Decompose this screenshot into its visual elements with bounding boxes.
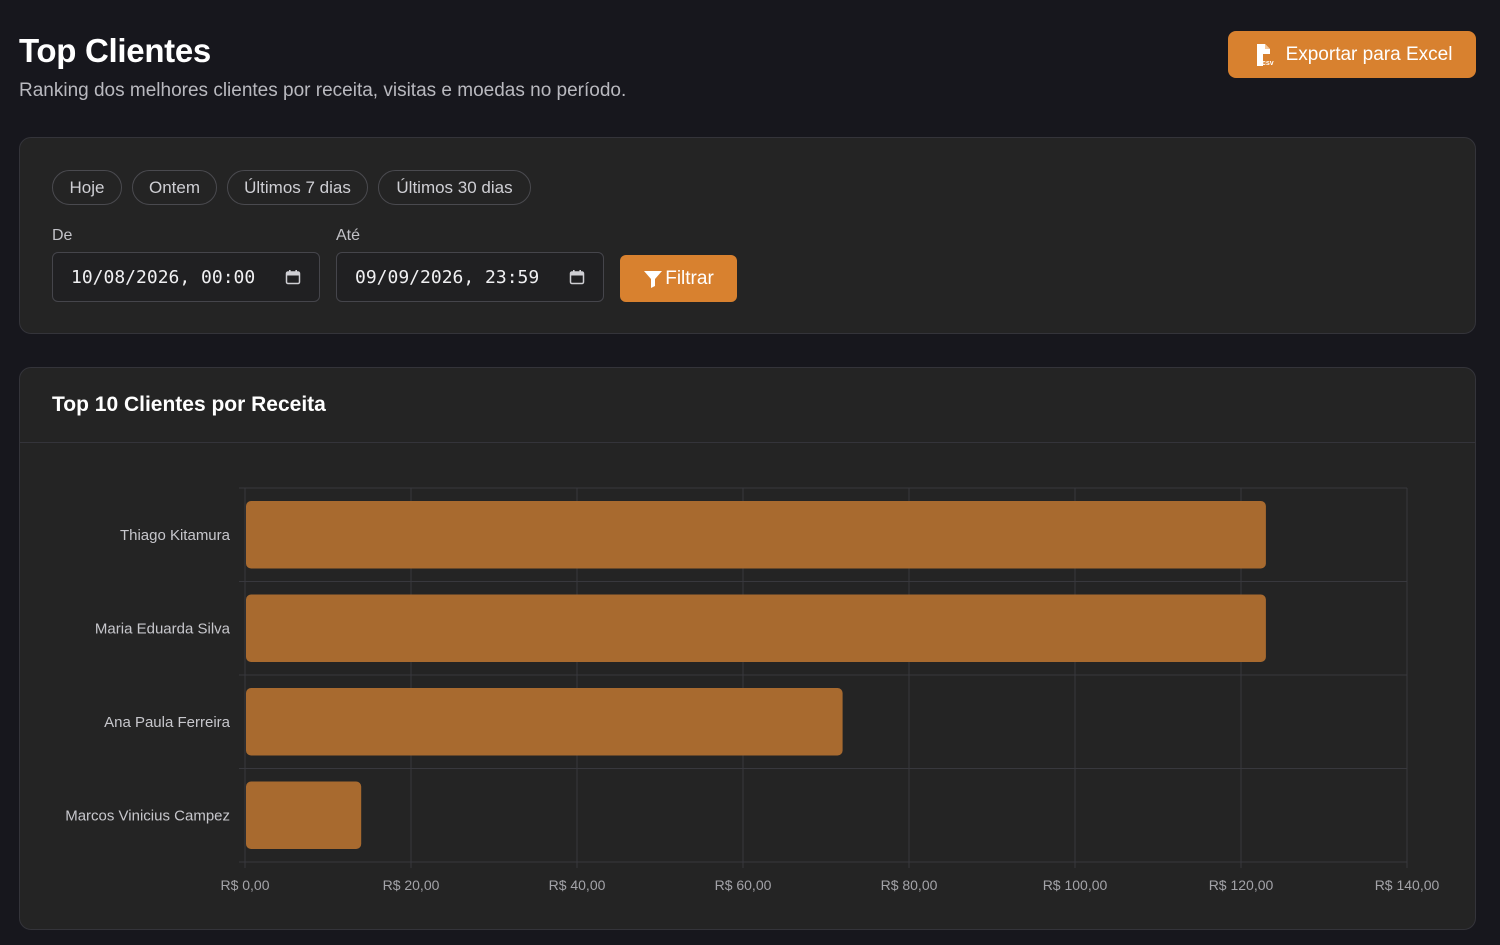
x-tick-label: R$ 140,00 [1375,877,1440,893]
category-label: Ana Paula Ferreira [104,714,231,731]
export-excel-label: Exportar para Excel [1285,43,1453,65]
category-label: Maria Eduarda Silva [95,620,231,637]
x-tick-label: R$ 100,00 [1043,877,1108,893]
to-date-input[interactable]: 09/09/2026, 23:59 [336,252,604,302]
filter-label: Filtrar [665,267,714,289]
to-date-value: 09/09/2026, 23:59 [355,266,540,288]
page: Top Clientes Ranking dos melhores client… [0,0,1500,945]
preset-today[interactable]: Hoje [52,170,122,205]
bar [246,501,1266,569]
x-tick-label: R$ 40,00 [549,877,606,893]
category-label: Thiago Kitamura [120,527,231,544]
page-title: Top Clientes [19,32,211,69]
x-tick-label: R$ 80,00 [881,877,938,893]
export-excel-button[interactable]: csv Exportar para Excel [1228,31,1476,78]
from-date-value: 10/08/2026, 00:00 [71,266,256,288]
filter-button[interactable]: Filtrar [620,255,737,302]
svg-text:csv: csv [1262,60,1274,67]
preset-yesterday[interactable]: Ontem [132,170,217,205]
x-tick-label: R$ 120,00 [1209,877,1274,893]
to-label: Até [336,227,361,244]
from-date-input[interactable]: 10/08/2026, 00:00 [52,252,320,302]
chart-card: Top 10 Clientes por Receita R$ 0,00 R$ 20… [19,367,1476,930]
revenue-bar-chart: R$ 0,00 R$ 20,00 R$ 40,00 R$ 60,00 R$ 80,00 R… [65,487,1440,893]
page-subtitle: Ranking dos melhores clientes por receit… [19,80,627,101]
from-label: De [52,227,73,244]
preset-last-7-days[interactable]: Últimos 7 dias [227,170,368,205]
bar [246,781,362,849]
x-tick-label: R$ 60,00 [715,877,772,893]
calendar-icon[interactable] [569,269,585,285]
x-tick-label: R$ 0,00 [220,877,269,893]
filter-card: Hoje Ontem Últimos 7 dias Últimos 30 dia… [19,137,1476,334]
category-label: Marcos Vinicius Campez [65,807,230,824]
file-csv-icon: csv [1252,43,1276,67]
funnel-icon [643,270,663,288]
bar [246,688,843,756]
bar [246,594,1266,662]
preset-last-30-days[interactable]: Últimos 30 dias [378,170,531,205]
calendar-icon[interactable] [285,269,301,285]
x-tick-label: R$ 20,00 [383,877,440,893]
